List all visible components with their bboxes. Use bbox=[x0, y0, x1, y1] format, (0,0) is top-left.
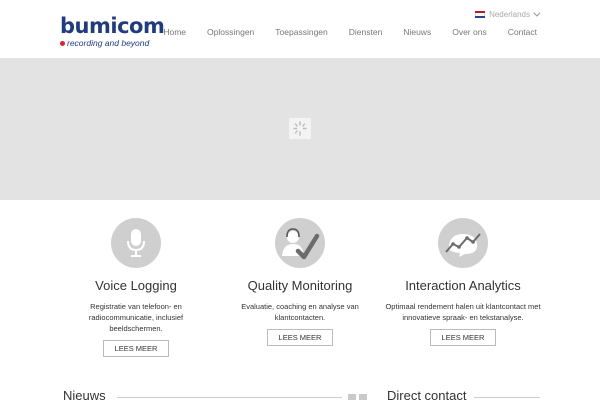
nav-oplossingen[interactable]: Oplossingen bbox=[207, 27, 254, 37]
feature-title: Interaction Analytics bbox=[405, 278, 521, 293]
nav-toepassingen[interactable]: Toepassingen bbox=[275, 27, 327, 37]
feature-title: Quality Monitoring bbox=[247, 278, 353, 293]
nav-nieuws[interactable]: Nieuws bbox=[403, 27, 431, 37]
analytics-chart-icon[interactable] bbox=[438, 218, 488, 268]
nav-contact[interactable]: Contact bbox=[508, 27, 537, 37]
news-section-title: Nieuws bbox=[63, 388, 106, 400]
lees-meer-button[interactable]: LEES MEER bbox=[266, 329, 334, 346]
language-selector[interactable]: Nederlands bbox=[475, 9, 541, 19]
nav-diensten[interactable]: Diensten bbox=[349, 27, 383, 37]
agent-check-icon[interactable] bbox=[275, 218, 325, 268]
contact-section-title: Direct contact bbox=[387, 388, 467, 400]
logo-dot-icon bbox=[60, 40, 65, 46]
logo-tagline-row: recording and beyond bbox=[60, 38, 164, 48]
chevron-down-icon bbox=[533, 9, 541, 17]
feature-description: Evaluatie, coaching en analyse van klant… bbox=[241, 302, 359, 322]
nav-home[interactable]: Home bbox=[163, 27, 186, 37]
feature-quality-monitoring: Quality Monitoring Evaluatie, coaching e… bbox=[220, 218, 380, 346]
dutch-flag-icon bbox=[475, 11, 486, 18]
arrow-right-icon[interactable] bbox=[359, 394, 367, 400]
news-pager bbox=[348, 394, 367, 400]
news-divider bbox=[117, 397, 342, 398]
contact-divider bbox=[474, 397, 540, 398]
feature-voice-logging: Voice Logging Registratie van telefoon- … bbox=[56, 218, 216, 357]
logo-tagline: recording and beyond bbox=[67, 38, 150, 48]
site-header: bumicom recording and beyond Nederlands … bbox=[0, 0, 600, 58]
feature-title: Voice Logging bbox=[95, 278, 177, 293]
language-label: Nederlands bbox=[489, 10, 530, 19]
main-nav: Home Oplossingen Toepassingen Diensten N… bbox=[142, 27, 537, 37]
microphone-icon[interactable] bbox=[111, 218, 161, 268]
feature-interaction-analytics: Interaction Analytics Optimaal rendement… bbox=[383, 218, 543, 346]
lees-meer-button[interactable]: LEES MEER bbox=[102, 340, 170, 357]
hero-slider bbox=[0, 58, 600, 200]
lees-meer-button[interactable]: LEES MEER bbox=[429, 329, 497, 346]
arrow-left-icon[interactable] bbox=[348, 394, 356, 400]
nav-over-ons[interactable]: Over ons bbox=[452, 27, 487, 37]
loading-spinner-icon bbox=[289, 118, 311, 139]
feature-description: Optimaal rendement halen uit klantcontac… bbox=[385, 302, 541, 322]
feature-description: Registratie van telefoon- en radiocommun… bbox=[88, 302, 184, 333]
